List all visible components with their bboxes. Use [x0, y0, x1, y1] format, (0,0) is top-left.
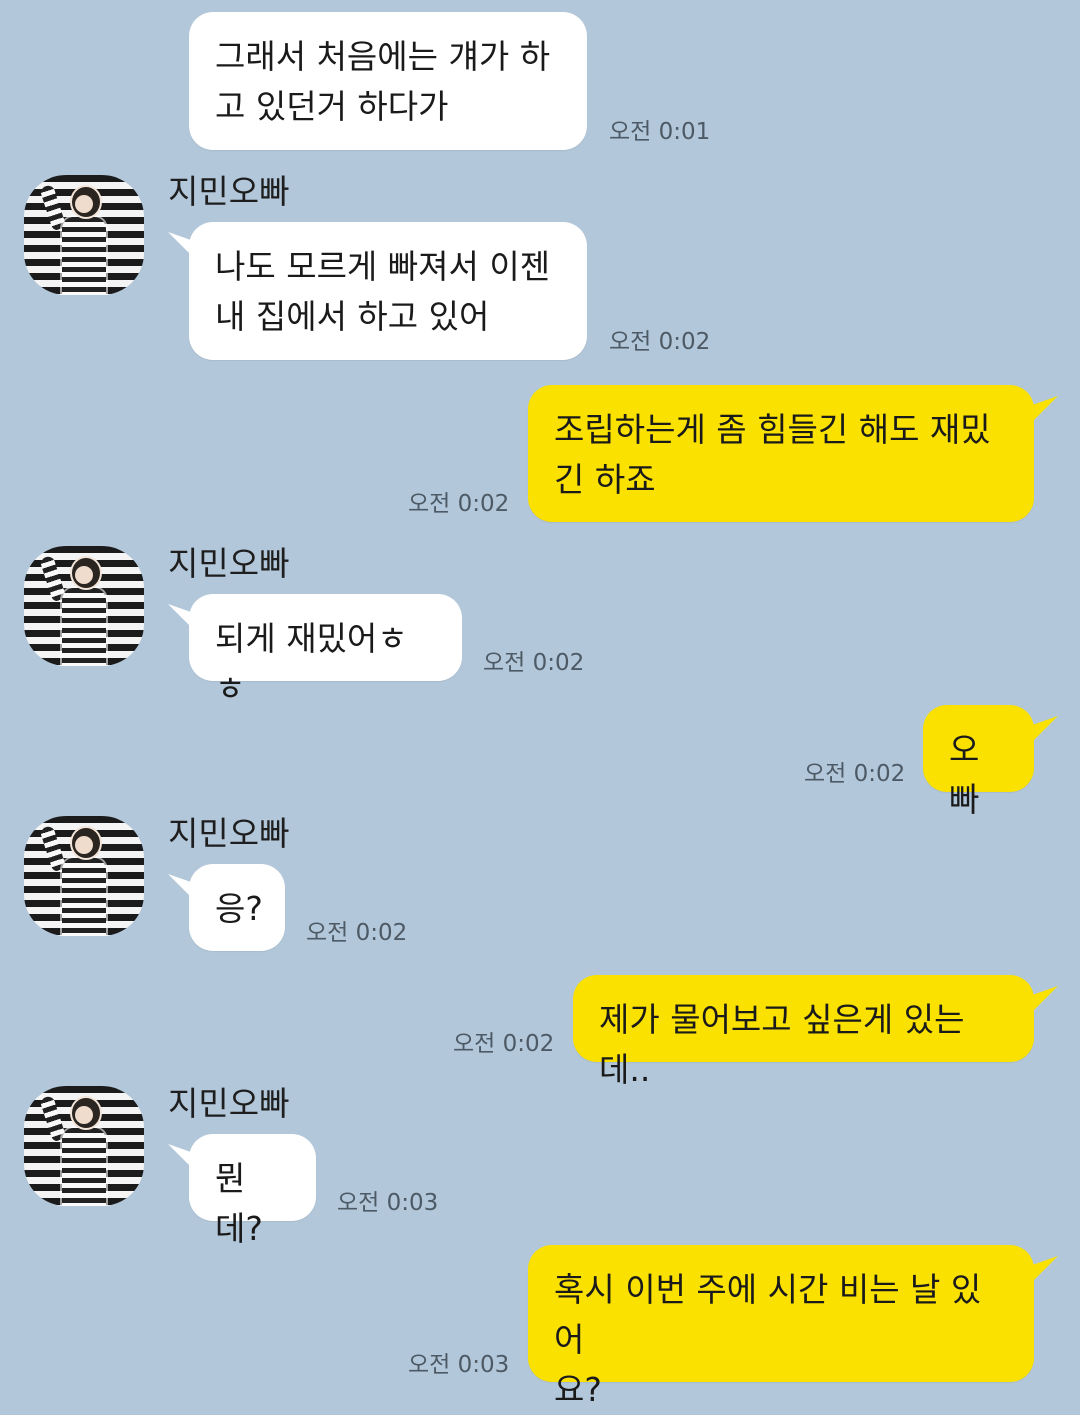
- message-bubble-outgoing[interactable]: 오빠: [923, 705, 1034, 819]
- message-bubble-outgoing[interactable]: 혹시 이번 주에 시간 비는 날 있어 요?: [528, 1245, 1034, 1409]
- bubble-tail: [1030, 986, 1058, 1014]
- message-bubble-outgoing[interactable]: 제가 물어보고 싶은게 있는데..: [573, 975, 1034, 1089]
- message-time: 오전 0:02: [453, 1031, 555, 1057]
- chat-area: 그래서 처음에는 걔가 하 고 있던거 하다가 오전 0:01 지민오빠 나도 …: [0, 0, 1080, 1409]
- bubble-tail: [1030, 1256, 1058, 1284]
- contact-avatar[interactable]: [24, 546, 144, 666]
- message-bubble-incoming[interactable]: 뭔데?: [189, 1134, 316, 1248]
- message-bubble-incoming[interactable]: 나도 모르게 빠져서 이젠 내 집에서 하고 있어: [189, 222, 587, 360]
- message-time: 오전 0:03: [337, 1190, 439, 1216]
- message-bubble-incoming[interactable]: 응?: [189, 864, 285, 951]
- message-bubble-incoming[interactable]: 그래서 처음에는 걔가 하 고 있던거 하다가: [189, 12, 587, 150]
- message-bubble-incoming[interactable]: 되게 재밌어ㅎㅎ: [189, 594, 462, 708]
- message-time: 오전 0:02: [408, 491, 510, 517]
- message-bubble-outgoing[interactable]: 조립하는게 좀 힘들긴 해도 재밌 긴 하죠: [528, 385, 1034, 522]
- contact-avatar[interactable]: [24, 175, 144, 295]
- message-time: 오전 0:01: [609, 119, 711, 145]
- message-time: 오전 0:02: [609, 329, 711, 355]
- message-time: 오전 0:02: [483, 650, 585, 676]
- bubble-tail: [1030, 396, 1058, 424]
- contact-name: 지민오빠: [168, 544, 290, 583]
- contact-name: 지민오빠: [168, 814, 290, 853]
- contact-avatar[interactable]: [24, 1086, 144, 1206]
- message-time: 오전 0:02: [804, 761, 906, 787]
- contact-name: 지민오빠: [168, 172, 290, 211]
- contact-avatar[interactable]: [24, 816, 144, 936]
- message-time: 오전 0:03: [408, 1352, 510, 1378]
- bubble-tail: [1030, 716, 1058, 744]
- contact-name: 지민오빠: [168, 1084, 290, 1123]
- message-time: 오전 0:02: [306, 920, 408, 946]
